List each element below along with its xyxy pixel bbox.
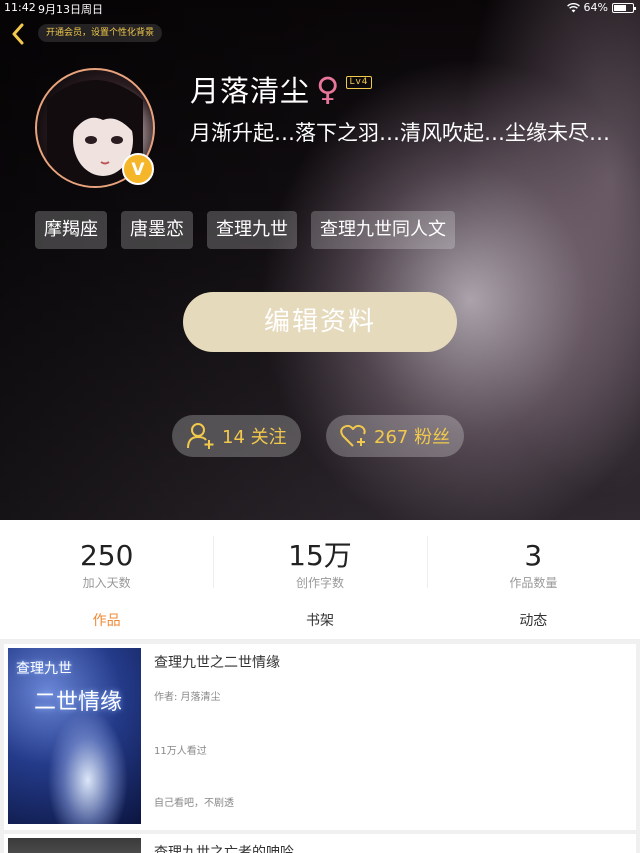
stat-label: 创作字数 [295,576,344,590]
stat-value: 3 [524,539,543,572]
status-indicators: 64% [566,1,636,14]
tab-works[interactable]: 作品 [0,602,213,639]
level-badge: Lv4 [346,75,372,89]
book-cover[interactable]: 查理九世 二世情缘 [8,648,141,824]
following-button[interactable]: 14 关注 [172,415,301,457]
following-count: 14 关注 [222,427,287,448]
stats-bar: 250 加入天数 15万 创作字数 3 作品数量 [0,520,640,602]
book-read-count: 11万人看过 [154,746,207,757]
tab-bookshelf[interactable]: 书架 [213,602,426,639]
vip-background-prompt[interactable]: 开通会员，设置个性化背景 [38,24,163,42]
female-icon: ♀ [316,70,341,108]
cover-subtitle-text: 二世情缘 [34,690,123,715]
stat-works-count: 3 作品数量 [426,520,640,602]
tab-activity[interactable]: 动态 [427,602,640,639]
tag-item[interactable]: 查理九世 [207,211,297,249]
verified-v-icon: V [122,153,154,185]
nickname-text: 月落清尘 [190,74,311,108]
fans-button[interactable]: 267 粉丝 [326,415,465,457]
vip-verified-badge: V [121,152,155,186]
back-button[interactable] [6,20,30,48]
stat-value: 250 [79,539,134,572]
battery-percent: 64% [583,1,608,14]
chevron-left-icon [12,23,24,45]
tag-item[interactable]: 唐墨恋 [121,211,193,249]
stat-word-count: 15万 创作字数 [213,520,426,602]
stat-join-days: 250 加入天数 [0,520,213,602]
tag-item[interactable]: 摩羯座 [35,211,107,249]
fans-count: 267 粉丝 [374,427,451,448]
tag-list: 摩羯座 唐墨恋 查理九世 查理九世同人文 [35,211,455,249]
bio: 月渐升起…落下之羽…清风吹起…尘缘未尽… [190,121,610,145]
add-user-icon [187,423,214,449]
profile-header: 11:42 9月13日周日 64% 开通会员，设置个性化背景 V 月落清尘 ♀ … [0,0,640,520]
book-author: 作者: 月落清尘 [154,692,221,703]
nickname: 月落清尘 ♀ Lv4 [190,68,372,110]
book-title[interactable]: 查理九世之二世情缘 [154,652,280,672]
works-list: 查理九世 二世情缘 查理九世之二世情缘 作者: 月落清尘 11万人看过 自己看吧… [0,640,640,853]
cover-title-text: 查理九世 [16,661,72,677]
work-card[interactable]: 查理九世之亡者的呻吟 [4,834,636,853]
stat-value: 15万 [288,539,352,572]
status-date: 9月13日周日 [38,3,103,16]
heart-plus-icon [340,424,366,447]
profile-tabs: 作品 书架 动态 [0,602,640,640]
book-title[interactable]: 查理九世之亡者的呻吟 [154,842,294,853]
status-time: 11:42 [4,1,36,14]
stat-label: 作品数量 [509,576,558,590]
book-cover[interactable] [8,838,141,853]
book-description: 自己看吧，不剧透 [154,798,234,809]
work-card[interactable]: 查理九世 二世情缘 查理九世之二世情缘 作者: 月落清尘 11万人看过 自己看吧… [4,644,636,830]
tag-item[interactable]: 查理九世同人文 [311,211,455,249]
wifi-icon [566,2,580,12]
battery-icon [612,2,636,13]
stat-label: 加入天数 [82,576,131,590]
vip-badge-letter: V [131,160,145,180]
avatar-container[interactable]: V [35,68,155,188]
status-bar: 11:42 9月13日周日 64% [0,0,640,16]
edit-profile-button[interactable]: 编辑资料 [183,292,457,352]
